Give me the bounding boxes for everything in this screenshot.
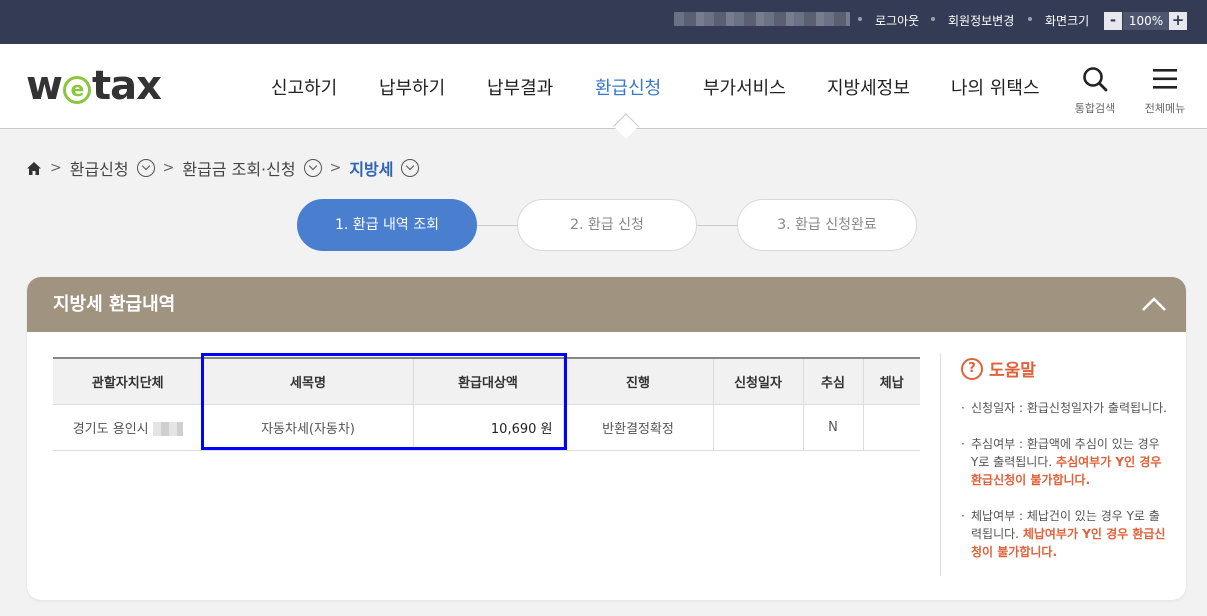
breadcrumb: > 환급신청 > 환급금 조회·신청 > 지방세 <box>26 156 420 180</box>
col-apply-date: 신청일자 <box>713 357 804 405</box>
top-utility-bar: 로그아웃 회원정보변경 화면크기 - 100% + <box>0 0 1207 44</box>
separator-dot <box>858 17 862 21</box>
logout-link[interactable]: 로그아웃 <box>875 12 919 29</box>
cell-arrears <box>863 404 920 451</box>
step-3-refund-complete: 3. 환급 신청완료 <box>737 199 917 251</box>
member-info-link[interactable]: 회원정보변경 <box>948 12 1014 29</box>
step-connector <box>476 225 518 226</box>
home-icon[interactable] <box>26 161 42 176</box>
cell-region: 경기도 용인시 <box>53 404 204 451</box>
step-2-refund-apply: 2. 환급 신청 <box>517 199 697 251</box>
help-title: ? 도움말 <box>961 356 1170 381</box>
zoom-level: 100% <box>1123 12 1169 30</box>
help-item-apply-date: 신청일자 : 환급신청일자가 출력됩니다. <box>961 399 1170 417</box>
cell-apply-date <box>713 404 804 451</box>
col-collection: 추심 <box>803 357 864 405</box>
separator-dot <box>1028 17 1032 21</box>
region-text: 경기도 용인시 <box>72 421 149 437</box>
nav-additional-services[interactable]: 부가서비스 <box>703 74 786 100</box>
help-item-arrears: 체납여부 : 체납건이 있는 경우 Y로 출력됩니다. 체납여부가 Y인 경우 … <box>961 507 1170 561</box>
nav-my-wetax[interactable]: 나의 위택스 <box>951 74 1040 100</box>
panel-title: 지방세 환급내역 <box>53 294 176 315</box>
hamburger-menu-icon <box>1153 69 1177 89</box>
cell-collection: N <box>803 404 864 451</box>
breadcrumb-refund[interactable]: 환급신청 <box>70 156 129 180</box>
breadcrumb-refund-inquiry[interactable]: 환급금 조회·신청 <box>182 156 295 180</box>
highlight-box <box>201 353 567 450</box>
all-menu-button[interactable]: 전체메뉴 <box>1139 66 1191 116</box>
separator-dot <box>931 17 935 21</box>
col-region: 관할자치단체 <box>53 357 204 405</box>
chevron-right-icon: > <box>50 160 62 176</box>
help-item-collection: 추심여부 : 환급액에 추심이 있는 경우 Y로 출력됩니다. 추심여부가 Y인… <box>961 435 1170 489</box>
search-label: 통합검색 <box>1074 102 1116 115</box>
nav-local-tax-info[interactable]: 지방세정보 <box>827 74 910 100</box>
chevron-right-icon: > <box>329 160 342 176</box>
help-question-icon: ? <box>961 357 983 380</box>
logo-text-tax: tax <box>91 63 162 109</box>
masked-username <box>674 12 850 26</box>
chevron-right-icon: > <box>162 160 175 176</box>
chevron-down-icon[interactable] <box>136 159 155 177</box>
help-title-text: 도움말 <box>989 361 1036 381</box>
integrated-search-button[interactable]: 통합검색 <box>1071 66 1119 116</box>
step-1-refund-inquiry: 1. 환급 내역 조회 <box>297 199 477 251</box>
wetax-logo[interactable]: w e tax <box>26 63 162 109</box>
zoom-out-button[interactable]: - <box>1104 12 1122 30</box>
cell-status: 반환결정확정 <box>563 404 714 451</box>
panel-header: 지방세 환급내역 <box>27 277 1186 332</box>
active-nav-indicator <box>613 113 639 139</box>
nav-report[interactable]: 신고하기 <box>271 74 337 100</box>
logo-e-circle: e <box>62 76 91 104</box>
logo-text-w: w <box>26 63 63 109</box>
menu-label: 전체메뉴 <box>1144 102 1186 115</box>
col-status: 진행 <box>563 357 714 405</box>
masked-region-detail <box>152 422 183 436</box>
search-icon <box>1083 67 1108 92</box>
chevron-down-icon[interactable] <box>303 159 322 177</box>
breadcrumb-local-tax[interactable]: 지방세 <box>349 156 393 180</box>
refund-history-panel: 지방세 환급내역 관할자치단체 세목명 환급대상액 진행 신청일자 추심 체납 … <box>27 277 1186 600</box>
zoom-in-button[interactable]: + <box>1169 12 1187 30</box>
nav-payment[interactable]: 납부하기 <box>379 74 445 100</box>
step-connector <box>696 225 738 226</box>
nav-refund[interactable]: 환급신청 <box>595 74 661 100</box>
site-header: w e tax 신고하기 납부하기 납부결과 환급신청 부가서비스 지방세정보 나의… <box>0 44 1207 139</box>
col-arrears: 체납 <box>863 357 920 405</box>
help-item-text: 신청일자 : 환급신청일자가 출력됩니다. <box>971 401 1167 415</box>
chevron-up-icon[interactable] <box>1140 294 1168 314</box>
chevron-down-icon[interactable] <box>401 159 420 177</box>
screen-size-label: 화면크기 <box>1045 14 1090 28</box>
help-box: ? 도움말 신청일자 : 환급신청일자가 출력됩니다. 추심여부 : 환급액에 … <box>940 353 1170 576</box>
nav-payment-result[interactable]: 납부결과 <box>487 74 553 100</box>
